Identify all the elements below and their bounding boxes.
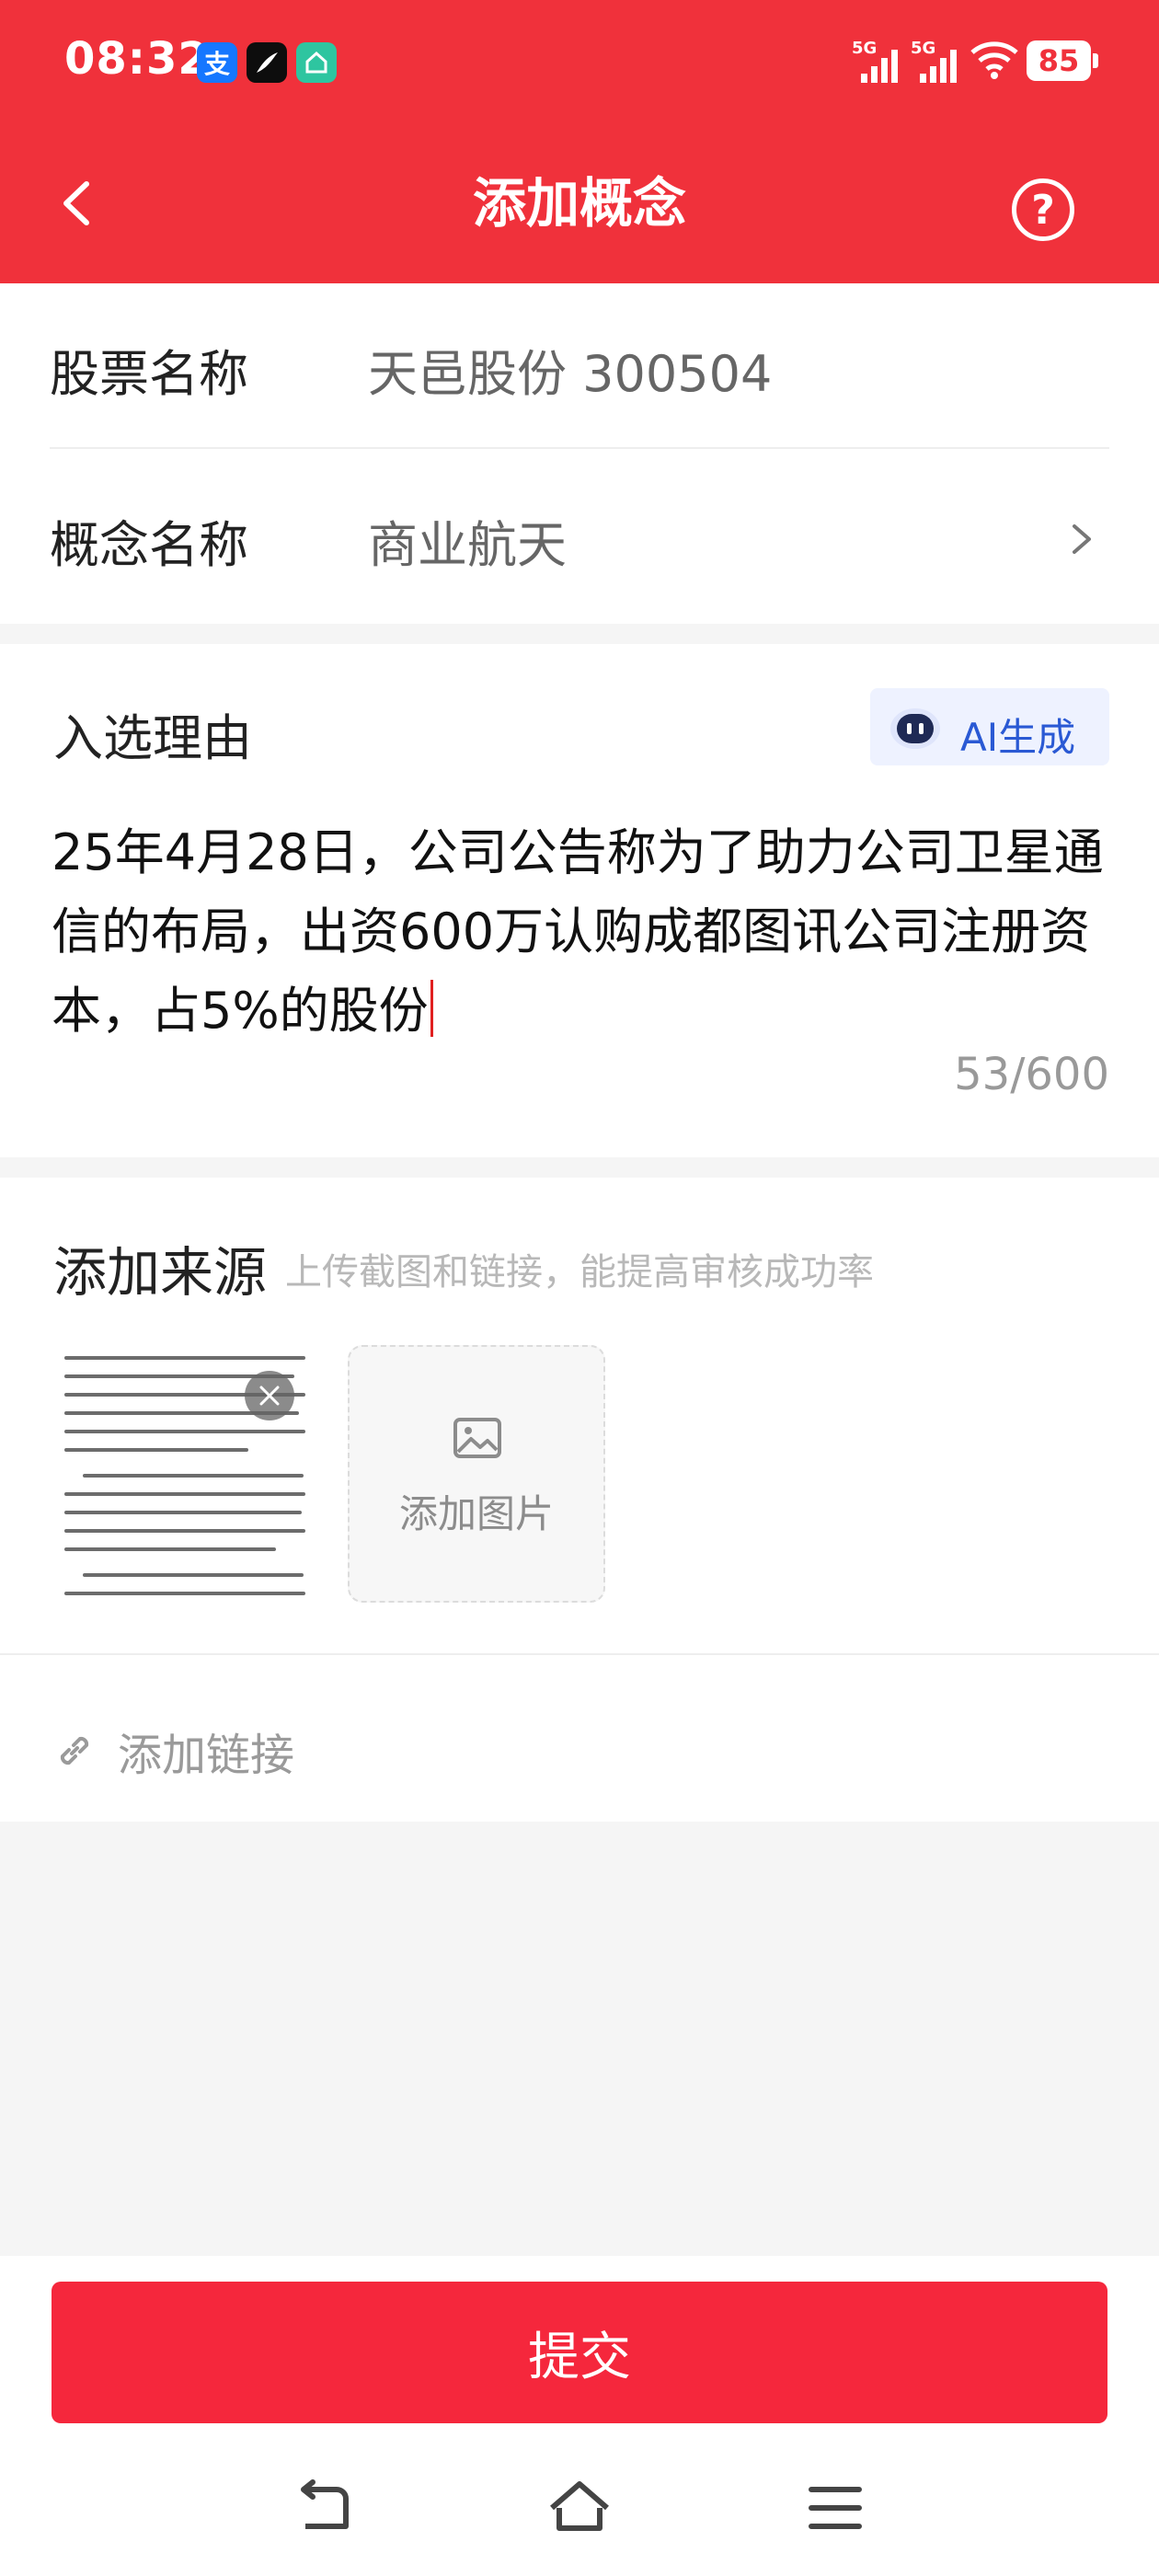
reason-label: 入选理由 [53, 709, 252, 767]
feather-app-icon [247, 42, 287, 83]
battery-indicator: 85 [1027, 40, 1098, 81]
signal-bars-icon [861, 50, 898, 83]
doc-text-line [83, 1474, 304, 1478]
source-label: 添加来源 [53, 1241, 268, 1304]
stock-name-label: 股票名称 [50, 345, 248, 403]
divider [0, 1653, 1159, 1655]
system-navigation-bar [0, 2475, 1159, 2548]
chevron-right-icon [1073, 524, 1091, 554]
add-image-button[interactable]: 添加图片 [348, 1345, 605, 1603]
concept-name-value: 商业航天 [368, 516, 567, 574]
question-circle-icon[interactable]: ? [1012, 178, 1074, 241]
link-icon [60, 1736, 89, 1765]
stock-info-section: 股票名称 天邑股份 300504 概念名称 商业航天 [0, 283, 1159, 624]
system-back-icon[interactable] [291, 2475, 357, 2541]
doc-text-line [64, 1356, 305, 1360]
robot-icon [890, 708, 940, 749]
status-time: 08:32 [64, 33, 210, 85]
doc-text-line [64, 1430, 305, 1433]
source-section: 添加来源 上传截图和链接，能提高审核成功率 添加图片 添加链接 [0, 1178, 1159, 1822]
ai-generate-button[interactable]: AI生成 [870, 688, 1109, 765]
text-cursor [430, 980, 433, 1037]
stock-name-value: 天邑股份 300504 [368, 345, 773, 403]
ai-generate-label: AI生成 [960, 715, 1076, 760]
source-hint: 上传截图和链接，能提高审核成功率 [285, 1251, 874, 1294]
reason-text: 25年4月28日，公司公告称为了助力公司卫星通信的布局，出资600万认购成都图讯… [52, 823, 1104, 1040]
footer: 提交 [0, 2256, 1159, 2576]
alipay-icon: 支 [197, 42, 237, 83]
reason-section: 入选理由 AI生成 25年4月28日，公司公告称为了助力公司卫星通信的布局，出资… [0, 644, 1159, 1157]
nav-bar: 添加概念 ? [0, 125, 1159, 283]
doc-text-line [64, 1547, 276, 1551]
reason-textarea[interactable]: 25年4月28日，公司公告称为了助力公司卫星通信的布局，出资600万认购成都图讯… [52, 813, 1119, 1051]
add-image-label: 添加图片 [398, 1491, 554, 1536]
add-link-label: 添加链接 [118, 1730, 295, 1781]
divider [50, 447, 1109, 449]
signal-bars-icon [920, 50, 957, 83]
add-link-button[interactable]: 添加链接 [53, 1711, 513, 1785]
doc-text-line [64, 1511, 302, 1514]
char-counter: 53/600 [954, 1049, 1109, 1100]
image-icon [453, 1418, 501, 1458]
stock-name-row: 股票名称 天邑股份 300504 [50, 283, 1109, 453]
concept-name-label: 概念名称 [50, 516, 248, 574]
remove-image-icon[interactable] [245, 1371, 294, 1420]
concept-name-row[interactable]: 概念名称 商业航天 [50, 454, 1109, 624]
doc-text-line [64, 1492, 305, 1496]
status-bar: 08:32 支 5G 5G 85 [0, 0, 1159, 125]
doc-text-line [64, 1592, 305, 1595]
doc-text-line [64, 1529, 305, 1533]
home-app-icon [296, 42, 337, 83]
header: 08:32 支 5G 5G 85 添加概念 ? [0, 0, 1159, 283]
submit-button[interactable]: 提交 [52, 2282, 1107, 2423]
uploaded-image-thumbnail[interactable] [53, 1345, 320, 1612]
doc-text-line [83, 1573, 304, 1577]
doc-text-line [64, 1448, 248, 1452]
system-home-icon[interactable] [546, 2475, 613, 2541]
page-title: 添加概念 [472, 172, 686, 235]
system-menu-icon[interactable] [802, 2475, 868, 2541]
wifi-icon [970, 41, 1018, 79]
